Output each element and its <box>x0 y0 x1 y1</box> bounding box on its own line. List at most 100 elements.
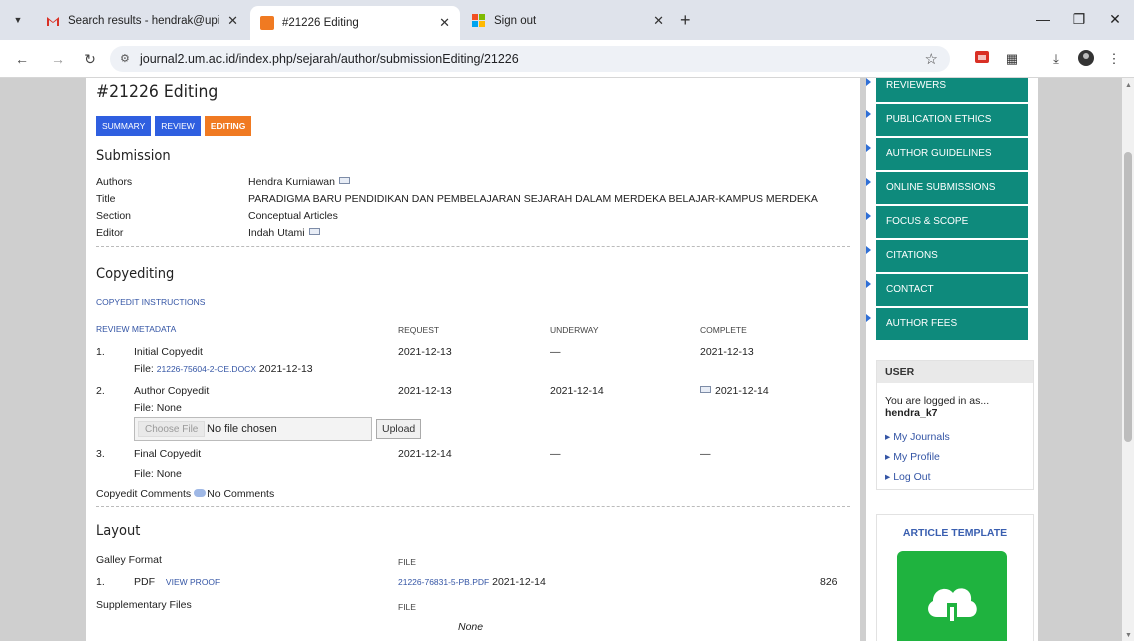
section-value: Conceptual Articles <box>248 210 338 222</box>
address-bar[interactable]: ⚙ journal2.um.ac.id/index.php/sejarah/au… <box>110 46 950 72</box>
galley-file-date: 2021-12-14 <box>492 576 546 588</box>
final-file-none: File: None <box>134 468 182 480</box>
forward-icon[interactable]: → <box>48 49 68 69</box>
nav-arrow-icon <box>866 110 871 118</box>
browser-tab-gmail[interactable]: Search results - hendrak@upi.e ✕ <box>36 6 248 36</box>
close-tab-icon[interactable]: ✕ <box>227 13 238 29</box>
supp-none: None <box>458 621 484 633</box>
main-content: #21226 Editing Summary Review Editing Su… <box>86 78 860 641</box>
sidebar: Reviewers Publication Ethics Author Guid… <box>866 78 1038 641</box>
email-author-icon[interactable] <box>338 177 350 184</box>
nav-arrow-icon <box>866 178 871 186</box>
galley-file-link[interactable]: 21226-76831-5-PB.PDF <box>398 577 489 587</box>
supplementary-files-label: Supplementary Files <box>96 599 192 611</box>
template-download-image[interactable] <box>897 551 1007 641</box>
tab-summary[interactable]: Summary <box>96 116 152 136</box>
choose-file-button[interactable]: Choose File <box>138 421 206 437</box>
page-viewport: #21226 Editing Summary Review Editing Su… <box>0 78 1122 641</box>
author-name: Hendra Kurniawan <box>248 176 335 188</box>
nav-citations[interactable]: Citations <box>876 240 1028 272</box>
scroll-up-icon[interactable]: ▲ <box>1125 82 1132 89</box>
file-input[interactable]: Choose File No file chosen <box>134 417 372 441</box>
title-value: PARADIGMA BARU PENDIDIKAN DAN PEMBELAJAR… <box>248 193 818 205</box>
final-complete-date: — <box>700 448 711 460</box>
col-file: File <box>398 557 416 567</box>
close-tab-icon[interactable]: ✕ <box>439 15 450 31</box>
nav-contact[interactable]: Contact <box>876 274 1028 306</box>
close-tab-icon[interactable]: ✕ <box>653 13 664 29</box>
nav-author-guidelines[interactable]: Author Guidelines <box>876 138 1028 170</box>
log-out-link[interactable]: ▸ Log Out <box>885 471 931 483</box>
tab-search-dropdown-icon[interactable]: ▼ <box>8 10 28 30</box>
article-template-box: Article Template <box>876 514 1034 641</box>
reload-icon[interactable]: ↻ <box>80 49 100 69</box>
galley-type-label: PDF <box>134 576 155 588</box>
final-request-date: 2021-12-14 <box>398 448 452 460</box>
gmail-icon <box>46 14 60 28</box>
editor-label: Editor <box>96 227 124 239</box>
download-icon[interactable]: ⤓ <box>1046 49 1066 69</box>
tab-title: Sign out <box>494 15 537 27</box>
bookmark-star-icon[interactable]: ☆ <box>925 50 938 68</box>
browser-tab-bar: ▼ Search results - hendrak@upi.e ✕ #2122… <box>0 0 1134 40</box>
browser-tab-sign-out[interactable]: Sign out ✕ <box>462 6 674 36</box>
title-label: Title <box>96 193 116 205</box>
view-proof-link[interactable]: View Proof <box>166 577 220 587</box>
profile-avatar-icon[interactable] <box>1076 49 1096 69</box>
extension-pdf-icon[interactable] <box>972 49 992 69</box>
nav-focus-scope[interactable]: Focus & Scope <box>876 206 1028 238</box>
nav-arrow-icon <box>866 246 871 254</box>
tab-review[interactable]: Review <box>155 116 201 136</box>
nav-publication-ethics[interactable]: Publication Ethics <box>876 104 1028 136</box>
extensions-icon[interactable]: ▦ <box>1002 49 1022 69</box>
author-complete-date: 2021-12-14 <box>715 385 769 397</box>
author-copyedit-label: Author Copyedit <box>134 385 210 397</box>
copyedit-comments: Copyedit Comments No Comments <box>96 488 274 500</box>
copyedit-instructions-link[interactable]: Copyedit Instructions <box>96 297 205 307</box>
initial-file-line: File: 21226-75604-2-CE.DOCX 2021-12-13 <box>134 363 313 375</box>
tab-editing[interactable]: Editing <box>204 116 252 136</box>
col-underway: Underway <box>550 325 599 335</box>
back-icon[interactable]: ← <box>12 49 32 69</box>
triangle-icon: ▸ <box>885 431 894 443</box>
username: hendra_k7 <box>885 407 938 419</box>
comment-bubble-icon[interactable] <box>194 489 207 497</box>
nav-author-fees[interactable]: Author Fees <box>876 308 1028 340</box>
authors-value: Hendra Kurniawan <box>248 176 350 188</box>
scrollbar-thumb[interactable] <box>1124 152 1132 442</box>
author-underway-date: 2021-12-14 <box>550 385 604 397</box>
triangle-icon: ▸ <box>885 451 894 463</box>
restore-icon[interactable]: ❐ <box>1064 8 1094 30</box>
browser-menu-icon[interactable]: ⋮ <box>1104 49 1124 69</box>
email-complete-icon[interactable] <box>700 386 711 393</box>
browser-toolbar: ← → ↻ ⚙ journal2.um.ac.id/index.php/seja… <box>0 40 1134 78</box>
my-journals-label: My Journals <box>893 431 950 443</box>
my-journals-link[interactable]: ▸ My Journals <box>885 431 950 443</box>
site-info-icon[interactable]: ⚙ <box>120 52 130 65</box>
copyediting-heading: Copyediting <box>96 266 175 282</box>
final-underway-date: — <box>550 448 561 460</box>
browser-tab-editing[interactable]: #21226 Editing ✕ <box>250 6 460 40</box>
file-label: File: <box>134 363 154 375</box>
final-copyedit-label: Final Copyedit <box>134 448 202 460</box>
nav-reviewers[interactable]: Reviewers <box>876 78 1028 102</box>
user-box: User You are logged in as... hendra_k7 ▸… <box>876 360 1034 490</box>
nav-online-submissions[interactable]: Online Submissions <box>876 172 1028 204</box>
email-editor-icon[interactable] <box>308 228 320 235</box>
scroll-down-icon[interactable]: ▼ <box>1125 632 1132 639</box>
my-profile-link[interactable]: ▸ My Profile <box>885 451 940 463</box>
cloud-download-icon <box>928 588 977 621</box>
review-metadata-link[interactable]: Review Metadata <box>96 324 176 334</box>
divider <box>96 506 850 507</box>
nav-arrow-icon <box>866 78 871 86</box>
close-window-icon[interactable]: ✕ <box>1100 8 1130 30</box>
upload-button[interactable]: Upload <box>376 419 422 439</box>
page-scrollbar[interactable]: ▲ ▼ <box>1122 78 1134 641</box>
initial-file-link[interactable]: 21226-75604-2-CE.DOCX <box>157 364 256 374</box>
minimize-icon[interactable]: — <box>1028 8 1058 30</box>
new-tab-icon[interactable]: + <box>680 10 691 31</box>
col-request: Request <box>398 325 440 335</box>
no-file-chosen-text: No file chosen <box>207 423 277 435</box>
divider <box>96 246 850 247</box>
authors-label: Authors <box>96 176 133 188</box>
